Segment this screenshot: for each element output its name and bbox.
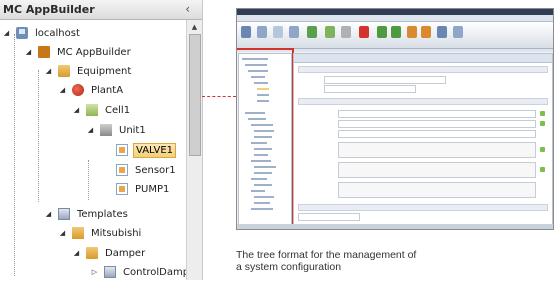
expander-icon[interactable]: ◢ [58,229,67,237]
expander-icon[interactable]: ◢ [44,67,53,75]
chevron-left-icon[interactable]: ‹ [185,2,190,16]
caption-line-1: The tree format for the management of [236,249,417,261]
expander-icon[interactable]: ◢ [2,29,11,37]
form-field [298,213,360,221]
expander-icon[interactable]: ◢ [86,126,95,134]
ribbon-icon [257,26,267,38]
status-ok-icon [540,167,545,172]
figure-caption: The tree format for the management of a … [236,249,556,273]
tree-panel: MC AppBuilder ‹ ◢ localhost ◢ MC AppBuil… [0,0,203,280]
tree-node-label: PUMP1 [135,183,170,195]
tree-node-planta[interactable]: ◢ PlantA [58,81,125,99]
ribbon-icon [241,26,251,38]
app-screenshot [236,8,554,230]
ribbon-icon [341,26,351,38]
ribbon-icon [421,26,431,38]
tree-node-label: Mitsubishi [91,227,142,239]
device-icon [116,164,128,176]
tree-guide-line [38,70,39,202]
app-statusbar [237,224,553,229]
scroll-up-icon[interactable]: ▲ [187,20,202,34]
status-ok-icon [540,111,545,116]
form-section-bar [298,98,548,105]
tree-guide-line [14,34,15,276]
ribbon-icon [307,26,317,38]
ribbon-icon [453,26,463,38]
form-field [338,110,536,118]
ribbon-icon [377,26,387,38]
tree-node-label: Cell1 [105,104,131,116]
tree-node-label: Unit1 [119,124,146,136]
tree-node-label: MC AppBuilder [57,46,131,58]
ribbon-icon [359,26,369,38]
folder-icon [58,65,70,77]
device-icon [116,144,128,156]
ribbon-icon [325,26,335,38]
form-field [338,130,536,138]
form-field [338,120,536,128]
caption-line-2: a system configuration [236,261,342,273]
tree-node-label: Templates [77,208,128,220]
form-tabs [294,54,552,63]
expander-icon[interactable]: ◢ [24,48,33,56]
form-box [338,142,536,158]
form-field [324,85,416,93]
expander-icon[interactable]: ◢ [44,210,53,218]
expander-icon[interactable]: ▷ [90,268,99,276]
tree-node-controldamper[interactable]: ▷ ControlDamper [90,263,201,281]
form-box [338,182,536,198]
tree-node-damper[interactable]: ◢ Damper [72,244,147,262]
ribbon-icon [273,26,283,38]
tree-node-pump1[interactable]: PUMP1 [102,180,171,198]
status-ok-icon [540,147,545,152]
status-ok-icon [540,121,545,126]
ribbon-icon [391,26,401,38]
tree-node-templates[interactable]: ◢ Templates [44,205,130,223]
form-section-bar [298,66,548,73]
form-section-bar [298,204,548,211]
ribbon-icon [437,26,447,38]
tree-node-localhost[interactable]: ◢ localhost [2,24,82,42]
tree-node-label: localhost [35,27,80,39]
highlight-frame [237,48,294,229]
tree-guide-line [88,160,89,200]
form-box [338,162,536,178]
expander-icon[interactable]: ◢ [72,106,81,114]
panel-title: MC AppBuilder [3,3,95,16]
app-property-pane [293,53,553,226]
callout-connector [202,96,236,97]
app-icon [38,46,50,58]
ribbon-icon [407,26,417,38]
app-ribbon [237,22,553,49]
folder-icon [86,247,98,259]
tree-node-sensor1[interactable]: Sensor1 [102,161,178,179]
unit-icon [100,124,112,136]
panel-header: MC AppBuilder ‹ [0,0,202,20]
template-icon [104,266,116,278]
server-icon [16,27,28,39]
tree-node-label: PlantA [91,84,124,96]
cell-icon [86,104,98,116]
tree-node-unit1[interactable]: ◢ Unit1 [86,121,148,139]
plant-icon [72,84,84,96]
tree-node-label: Equipment [77,65,132,77]
form-field [324,76,446,84]
tree-node-label: Damper [105,247,146,259]
vertical-scrollbar[interactable]: ▲ [186,20,202,280]
device-icon [116,183,128,195]
tree-node-equipment[interactable]: ◢ Equipment [44,62,133,80]
tree-node-mitsubishi[interactable]: ◢ Mitsubishi [58,224,143,242]
app-menubar [237,15,553,22]
tree-node-valve1[interactable]: VALVE1 [102,141,177,159]
expander-icon[interactable]: ◢ [72,249,81,257]
scroll-thumb[interactable] [189,34,201,156]
ribbon-icon [289,26,299,38]
templates-icon [58,208,70,220]
tree-node-cell1[interactable]: ◢ Cell1 [72,101,132,119]
expander-icon[interactable]: ◢ [58,86,67,94]
tree-node-mc-appbuilder[interactable]: ◢ MC AppBuilder [24,43,133,61]
tree-node-label: VALVE1 [133,142,177,158]
folder-icon [72,227,84,239]
tree-node-label: Sensor1 [135,164,176,176]
